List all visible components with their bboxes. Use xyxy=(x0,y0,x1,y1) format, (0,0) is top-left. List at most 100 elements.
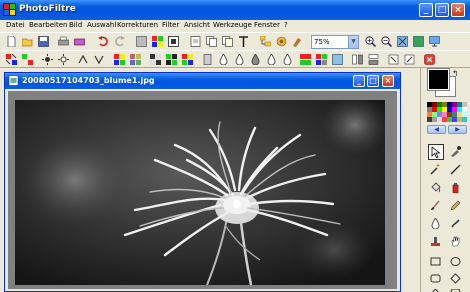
auto-levels-icon[interactable] xyxy=(6,54,17,65)
auto-contrast-icon[interactable] xyxy=(22,54,33,65)
chevron-down-icon[interactable]: ▼ xyxy=(348,36,358,48)
open-icon[interactable] xyxy=(22,36,33,47)
rounded-rect-tool-icon[interactable] xyxy=(428,271,444,287)
menu-datei[interactable]: Datei xyxy=(6,21,25,29)
sharpen-icon[interactable] xyxy=(202,54,213,65)
menu-bild[interactable]: Bild xyxy=(69,21,82,29)
close-image-icon[interactable] xyxy=(424,54,435,65)
photofiltre-logo-icon xyxy=(3,3,16,16)
smudge-icon[interactable] xyxy=(448,216,464,232)
stamp-icon[interactable] xyxy=(428,234,444,250)
menu-help[interactable]: ? xyxy=(284,21,288,29)
app-title-bar[interactable]: PhotoFiltre _ □ × xyxy=(0,0,470,20)
menu-fenster[interactable]: Fenster xyxy=(254,21,280,29)
fill-bucket-icon[interactable] xyxy=(428,180,444,196)
flip-h-icon[interactable] xyxy=(352,54,363,65)
image-canvas-area[interactable] xyxy=(8,91,397,289)
contrast-up-icon[interactable] xyxy=(78,54,89,65)
blur-drop-icon[interactable] xyxy=(428,216,444,232)
main-toolbar: 75% ▼ xyxy=(0,32,470,50)
image-size-icon[interactable] xyxy=(168,36,179,47)
drop-icon[interactable] xyxy=(218,54,229,65)
copy2-icon[interactable] xyxy=(222,36,233,47)
saturation-up-icon[interactable] xyxy=(114,54,125,65)
diamond-tool-icon[interactable] xyxy=(448,271,464,287)
image-minimize-button[interactable]: _ xyxy=(353,75,365,87)
pencil-icon[interactable] xyxy=(448,198,464,214)
swap-colors-icon[interactable]: ↰ xyxy=(452,69,459,78)
grayscale-icon[interactable] xyxy=(316,54,327,65)
image-maximize-button[interactable]: □ xyxy=(367,75,379,87)
zoom-out-icon[interactable] xyxy=(381,36,392,47)
spray-icon[interactable] xyxy=(448,180,464,196)
color-depth-icon[interactable] xyxy=(152,36,163,47)
palette-next-button[interactable]: ▶ xyxy=(448,125,467,134)
menu-bearbeiten[interactable]: Bearbeiten xyxy=(29,21,67,29)
menu-korrekturen[interactable]: Korrekturen xyxy=(117,21,158,29)
menu-auswahl[interactable]: Auswahl xyxy=(87,21,116,29)
copy-icon[interactable] xyxy=(206,36,217,47)
image-file-icon xyxy=(8,75,19,86)
polygon-tool-icon[interactable] xyxy=(448,287,464,292)
gamma-down-icon[interactable] xyxy=(166,54,177,65)
line-tool-icon[interactable] xyxy=(448,162,464,178)
print-icon[interactable] xyxy=(58,36,69,47)
ellipse-tool-icon[interactable] xyxy=(448,254,464,270)
palette-prev-button[interactable]: ◀ xyxy=(427,125,446,134)
zoom-value: 75% xyxy=(314,38,330,46)
menu-ansicht[interactable]: Ansicht xyxy=(184,21,210,29)
tree-icon[interactable] xyxy=(260,36,271,47)
zoom-select[interactable]: 75% ▼ xyxy=(311,35,359,49)
fullscreen-icon[interactable] xyxy=(413,36,424,47)
rotate-left-icon[interactable] xyxy=(388,54,399,65)
menu-werkzeuge[interactable]: Werkzeuge xyxy=(213,21,252,29)
magic-wand-icon[interactable] xyxy=(428,162,444,178)
color-picker-icon[interactable] xyxy=(448,144,464,160)
menu-filter[interactable]: Filter xyxy=(162,21,179,29)
brush-icon[interactable] xyxy=(428,198,444,214)
flip-v-icon[interactable] xyxy=(368,54,379,65)
flower-photo[interactable] xyxy=(15,100,385,285)
scan-icon[interactable] xyxy=(74,36,85,47)
menu-bar: Datei Bearbeiten Bild Auswahl Korrekture… xyxy=(0,20,470,32)
gamma-up-icon[interactable] xyxy=(150,54,161,65)
save-icon[interactable] xyxy=(38,36,49,47)
foreground-color-swatch[interactable] xyxy=(427,68,450,91)
undo-icon[interactable] xyxy=(98,36,109,47)
hand-icon[interactable] xyxy=(448,234,464,250)
canvas-size-icon[interactable] xyxy=(190,36,201,47)
image-window-title-bar[interactable]: 20080517104703_blume1.jpg _ □ × xyxy=(5,73,400,89)
redo-icon[interactable] xyxy=(114,36,125,47)
saturation-down-icon[interactable] xyxy=(130,54,141,65)
image-close-button[interactable]: × xyxy=(382,75,394,87)
text-icon[interactable] xyxy=(238,36,249,47)
image-window-title: 20080517104703_blume1.jpg xyxy=(22,76,155,85)
fit-icon[interactable] xyxy=(397,36,408,47)
plugin-icon[interactable] xyxy=(276,36,287,47)
paint-icon[interactable] xyxy=(292,36,303,47)
tool-panel: ↰ ◀ ▶ xyxy=(420,68,470,292)
brightness-up-icon[interactable] xyxy=(42,54,53,65)
selection-tool-icon[interactable] xyxy=(428,144,444,160)
zoom-in-icon[interactable] xyxy=(365,36,376,47)
minimize-button[interactable]: _ xyxy=(419,3,433,17)
maximize-button[interactable]: □ xyxy=(435,3,449,17)
drop4-icon[interactable] xyxy=(266,54,277,65)
canvas-icon[interactable] xyxy=(136,36,147,47)
sepia-icon[interactable] xyxy=(332,54,343,65)
triangle-tool-icon[interactable] xyxy=(428,287,444,292)
new-icon[interactable] xyxy=(6,36,17,47)
color-balance-icon[interactable] xyxy=(300,54,311,65)
rectangle-tool-icon[interactable] xyxy=(428,254,444,270)
drop3-icon[interactable] xyxy=(250,54,261,65)
screen-icon[interactable] xyxy=(429,36,440,47)
image-window[interactable]: 20080517104703_blume1.jpg _ □ × xyxy=(4,72,401,292)
contrast-down-icon[interactable] xyxy=(94,54,105,65)
brightness-down-icon[interactable] xyxy=(58,54,69,65)
drop2-icon[interactable] xyxy=(234,54,245,65)
drop5-icon[interactable] xyxy=(282,54,293,65)
rotate-icon[interactable] xyxy=(404,54,415,65)
blur-icon[interactable] xyxy=(182,54,193,65)
close-button[interactable]: × xyxy=(451,3,465,17)
color-palette[interactable] xyxy=(427,102,467,122)
